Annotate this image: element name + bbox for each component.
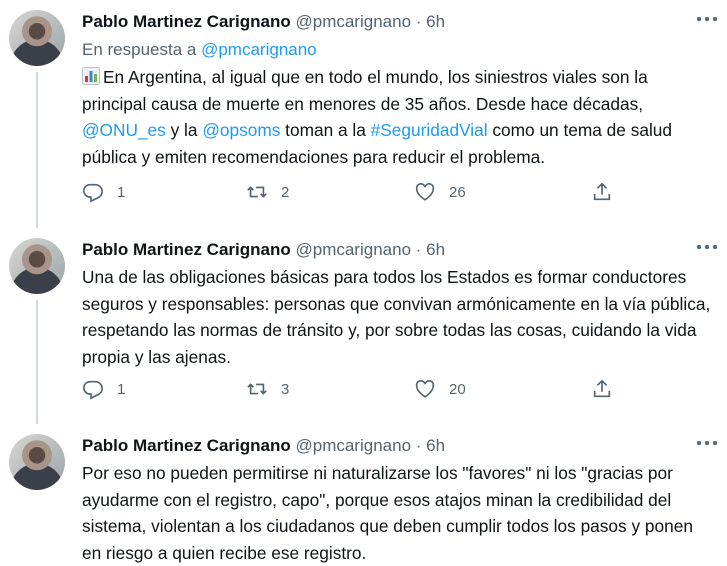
share-icon <box>593 379 611 398</box>
tweet-text: Por eso no pueden permitirse ni naturali… <box>82 463 693 563</box>
reply-count: 1 <box>117 380 126 398</box>
author-name[interactable]: Pablo Martinez Carignano <box>82 240 291 259</box>
tweet-header: Pablo Martinez Carignano @pmcarignano · … <box>82 10 697 34</box>
separator: · <box>415 436 422 455</box>
reply-handle-link[interactable]: @pmcarignano <box>201 40 317 59</box>
avatar[interactable] <box>9 238 65 294</box>
retweet-icon <box>247 186 267 198</box>
retweet-button[interactable]: 2 <box>246 179 289 205</box>
heart-icon <box>415 380 435 398</box>
tweet[interactable]: Pablo Martinez Carignano @pmcarignano · … <box>0 0 727 228</box>
text-segment: toman a la <box>280 120 371 140</box>
action-bar: 1 3 20 <box>82 376 642 402</box>
mention-link[interactable]: @ONU_es <box>82 120 166 140</box>
author-handle[interactable]: @pmcarignano <box>295 12 411 31</box>
thread-line <box>36 300 38 424</box>
author-handle[interactable]: @pmcarignano <box>295 240 411 259</box>
hashtag-link[interactable]: #SeguridadVial <box>371 120 488 140</box>
retweet-icon <box>247 383 267 395</box>
reply-button[interactable]: 1 <box>82 179 125 205</box>
mention-link[interactable]: @opsoms <box>202 120 280 140</box>
tweet[interactable]: Pablo Martinez Carignano @pmcarignano · … <box>0 424 727 563</box>
retweet-button[interactable]: 3 <box>246 376 289 402</box>
like-button[interactable]: 20 <box>414 376 466 402</box>
like-count: 26 <box>449 183 466 201</box>
retweet-count: 3 <box>281 380 290 398</box>
tweet-text: Una de las obligaciones básicas para tod… <box>82 267 711 367</box>
tweet-header: Pablo Martinez Carignano @pmcarignano · … <box>82 238 697 262</box>
text-segment: y la <box>165 120 203 140</box>
action-bar: 1 2 26 <box>82 179 642 205</box>
tweet-header: Pablo Martinez Carignano @pmcarignano · … <box>82 434 697 458</box>
like-button[interactable]: 26 <box>414 179 466 205</box>
avatar[interactable] <box>9 10 65 66</box>
timestamp[interactable]: 6h <box>426 240 445 259</box>
heart-icon <box>415 183 435 201</box>
author-name[interactable]: Pablo Martinez Carignano <box>82 436 291 455</box>
tweet-text: En Argentina, al igual que en todo el mu… <box>82 64 713 170</box>
separator: · <box>415 240 422 259</box>
reply-count: 1 <box>117 183 126 201</box>
tweet[interactable]: Pablo Martinez Carignano @pmcarignano · … <box>0 228 727 424</box>
timestamp[interactable]: 6h <box>426 436 445 455</box>
avatar[interactable] <box>9 434 65 490</box>
reply-prefix: En respuesta a <box>82 40 197 59</box>
author-handle[interactable]: @pmcarignano <box>295 436 411 455</box>
separator: · <box>415 12 422 31</box>
thread-line <box>36 72 38 228</box>
retweet-count: 2 <box>281 183 290 201</box>
share-button[interactable] <box>591 179 613 205</box>
more-icon[interactable] <box>695 8 719 28</box>
reply-context: En respuesta a @pmcarignano <box>82 38 317 62</box>
timestamp[interactable]: 6h <box>426 12 445 31</box>
reply-button[interactable]: 1 <box>82 376 125 402</box>
share-button[interactable] <box>591 376 613 402</box>
more-icon[interactable] <box>695 236 719 256</box>
text-segment: En Argentina, al igual que en todo el mu… <box>82 67 648 114</box>
reply-icon <box>83 183 103 203</box>
author-name[interactable]: Pablo Martinez Carignano <box>82 12 291 31</box>
more-icon[interactable] <box>695 432 719 452</box>
bar-chart-emoji <box>82 67 100 85</box>
reply-icon <box>83 380 103 400</box>
like-count: 20 <box>449 380 466 398</box>
share-icon <box>593 182 611 201</box>
